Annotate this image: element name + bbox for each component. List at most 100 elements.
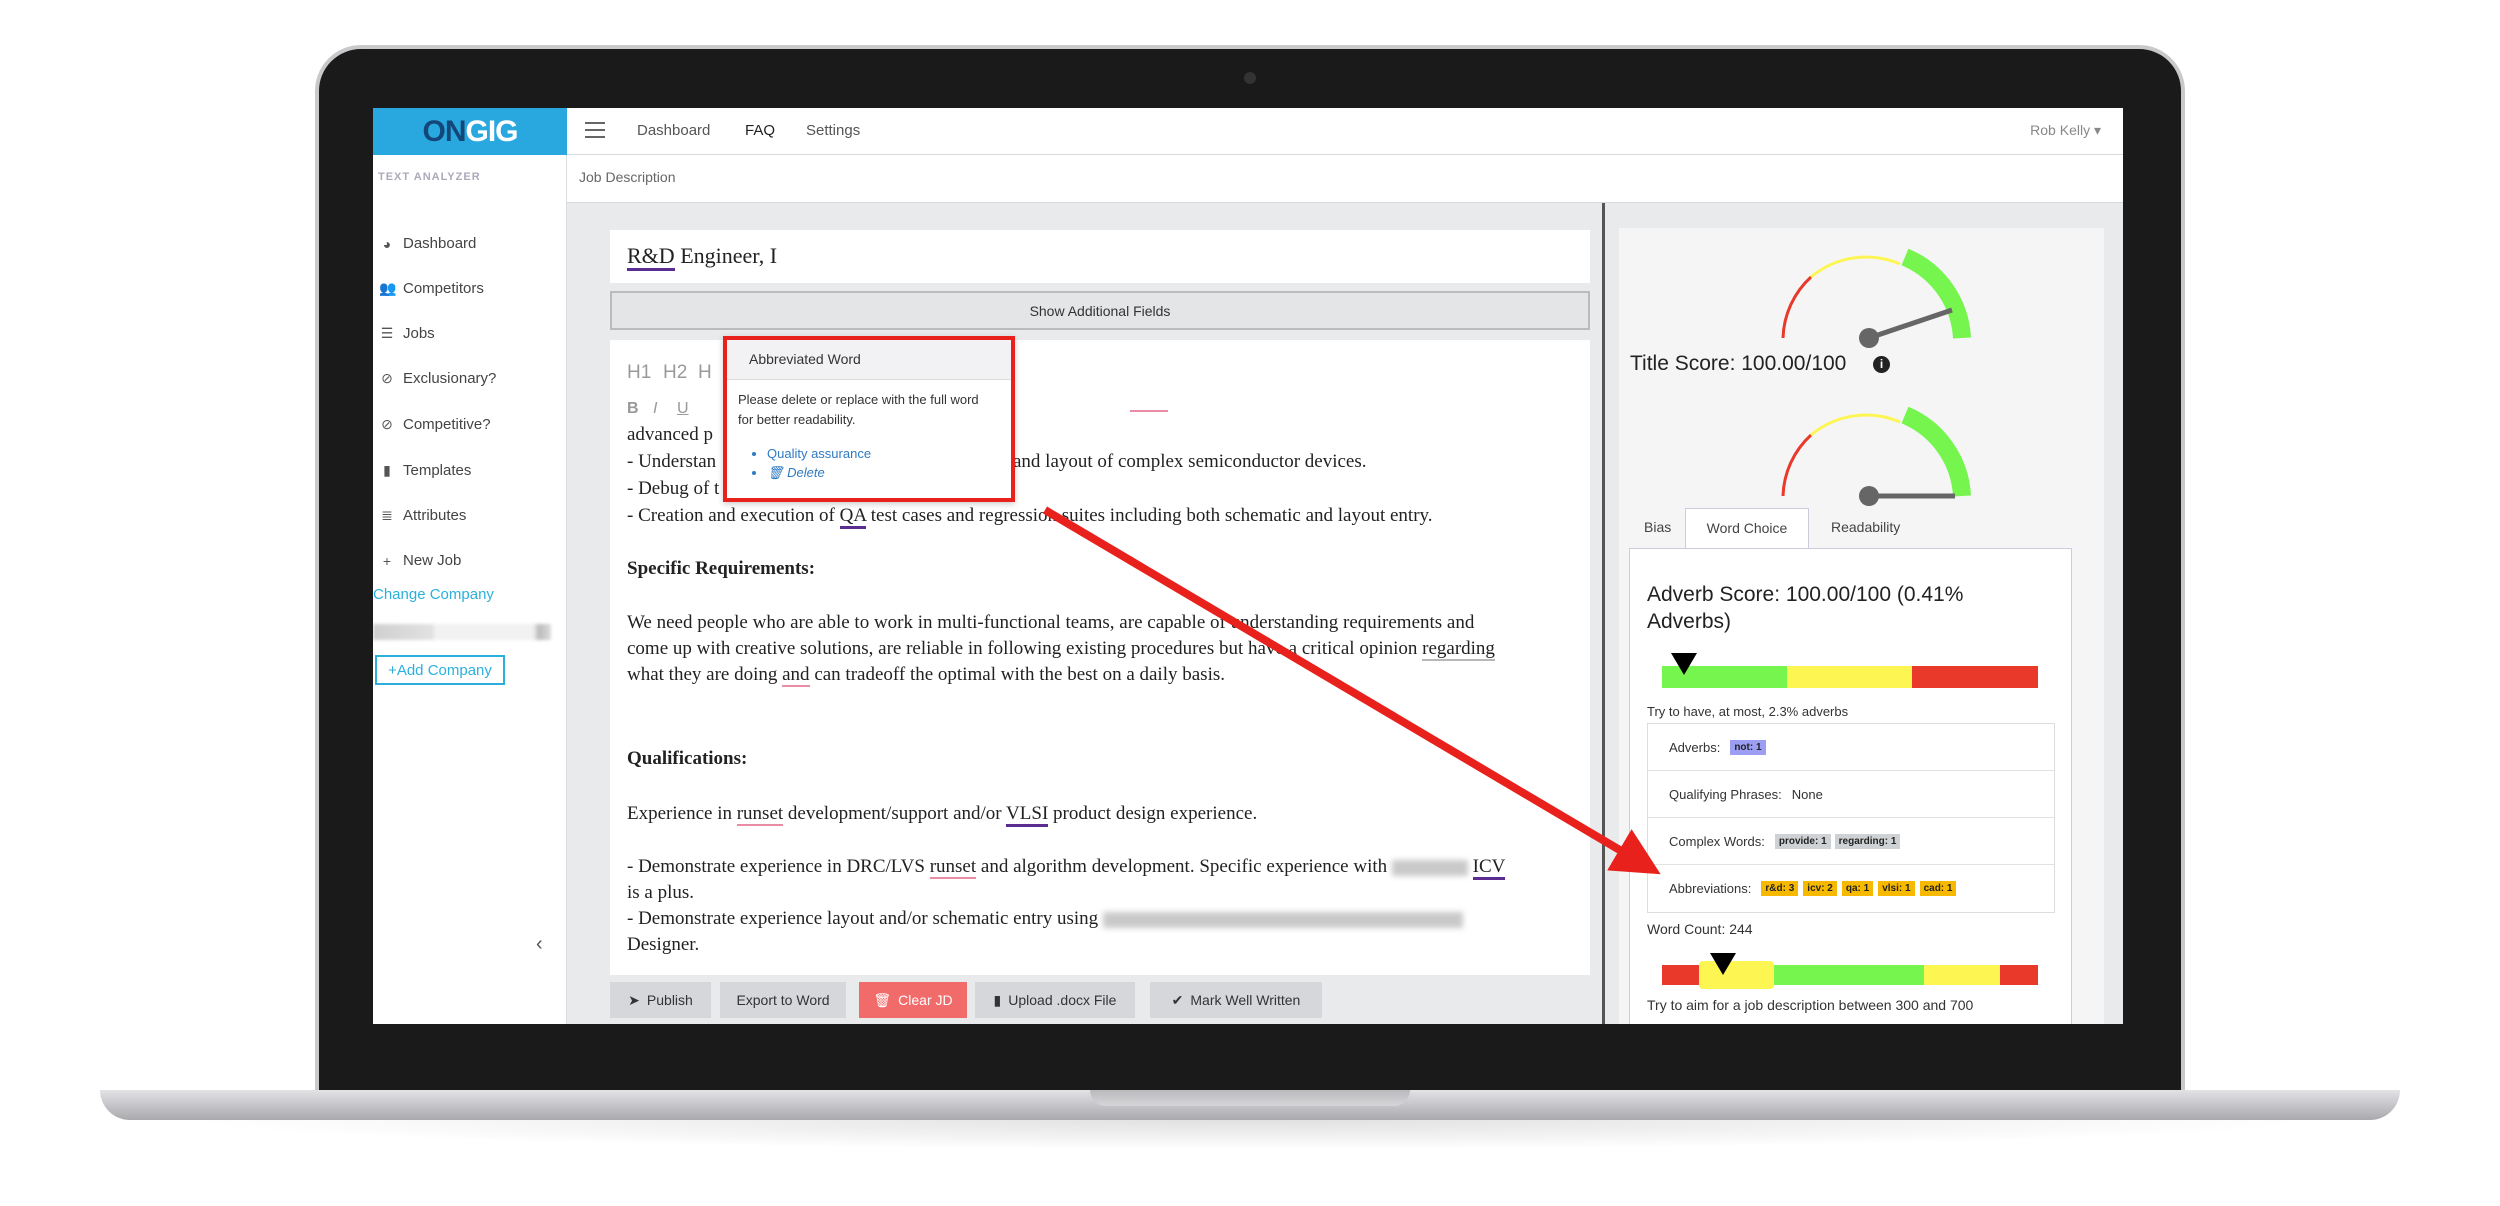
adverb-score: Adverb Score: 100.00/100 (0.41% Adverbs) [1647, 583, 1964, 633]
text-line: Designer. [627, 934, 700, 955]
text-line: - Demonstrate experience layout and/or s… [627, 908, 1463, 930]
tab-bias[interactable]: Bias [1644, 508, 1671, 548]
gauge-needle [1868, 307, 1953, 341]
gauge-hub [1859, 486, 1879, 506]
text-line: - Understan [627, 451, 717, 472]
publish-button[interactable]: ➤ Publish [610, 982, 711, 1018]
info-icon[interactable]: i [1873, 356, 1890, 373]
tachometer-icon: ◕ [382, 235, 392, 252]
show-additional-fields-button[interactable]: Show Additional Fields [610, 291, 1590, 330]
app-window: ON GIG Dashboard FAQ Settings Rob Kelly ▾… [373, 108, 2123, 1024]
export-to-word-button[interactable]: Export to Word [720, 982, 846, 1018]
row-abbreviations: Abbreviations: r&d: 3 icv: 2 qa: 1 vlsi: 1 ca… [1648, 865, 2054, 912]
underline-button[interactable]: U [677, 400, 689, 418]
text-line: - Creation and execution of QA test case… [627, 505, 1433, 529]
file-icon: ▮ [383, 462, 391, 478]
logo[interactable]: ON GIG [373, 108, 567, 155]
laptop-shadow [180, 1120, 2320, 1150]
nav-settings[interactable]: Settings [806, 122, 860, 139]
flagged-abbreviation[interactable]: QA [839, 505, 867, 529]
sidebar-item-competitive[interactable]: ⊘ Competitive? [379, 416, 490, 433]
sidebar-item-dashboard[interactable]: ◕ Dashboard [379, 235, 477, 252]
title-score-gauge [1781, 248, 1971, 348]
file-icon: ▮ [993, 991, 1002, 1008]
check-icon: ✔ [1171, 991, 1184, 1008]
italic-button[interactable]: I [653, 400, 657, 418]
word-count-hint: Try to aim for a job description between… [1647, 997, 1974, 1013]
suggestion-list: Quality assurance 🗑 Delete [767, 444, 1011, 482]
gauge-green-zone [1901, 248, 1971, 339]
text-line: We need people who are able to work in m… [627, 612, 1475, 633]
bar-red [1662, 965, 1699, 985]
suggestion-quality-assurance[interactable]: Quality assurance [767, 446, 871, 461]
popup-title: Abbreviated Word [727, 340, 1011, 380]
h2-button[interactable]: H2 [663, 362, 687, 384]
gauge-hub [1859, 328, 1879, 348]
h1-button[interactable]: H1 [627, 362, 651, 384]
upload-docx-button[interactable]: ▮ Upload .docx File [975, 982, 1135, 1018]
user-menu[interactable]: Rob Kelly ▾ [2030, 122, 2101, 139]
ban-icon: ⊘ [381, 416, 393, 432]
camera-icon [1244, 72, 1256, 84]
text-line: and layout of complex semiconductor devi… [1013, 451, 1367, 472]
adverb-marker [1671, 653, 1697, 675]
laptop-notch [1090, 1090, 1410, 1106]
sidebar-item-attributes[interactable]: ≣ Attributes [379, 507, 466, 524]
delete-suggestion[interactable]: 🗑 Delete [767, 465, 825, 480]
bold-button[interactable]: B [627, 400, 639, 418]
mark-well-written-button[interactable]: ✔ Mark Well Written [1150, 982, 1322, 1018]
sidebar-item-competitors[interactable]: 👥 Competitors [379, 280, 484, 297]
word-count: Word Count: 244 [1647, 921, 1753, 937]
redacted-text [1391, 859, 1468, 876]
sidebar-item-jobs[interactable]: ☰ Jobs [379, 325, 435, 342]
job-description-editor[interactable]: H1 H2 H B I U advanced p - Understan and… [610, 336, 1590, 975]
tag: regarding: 1 [1834, 833, 1901, 849]
nav-dashboard[interactable]: Dashboard [637, 122, 710, 139]
row-adverbs: Adverbs: not: 1 [1648, 724, 2054, 771]
company-select[interactable] [373, 624, 551, 640]
popup-body: Please delete or replace with the full w… [738, 392, 979, 427]
section-heading: Qualifications: [627, 748, 748, 769]
gauge-green-zone [1901, 406, 1971, 497]
trash-icon: 🗑 [873, 991, 892, 1008]
text-line: is a plus. [627, 882, 695, 903]
sidebar: TEXT ANALYZER ◕ Dashboard 👥 Competitors ☰ J… [373, 155, 567, 1024]
ban-icon: ⊘ [381, 370, 393, 386]
h3-button[interactable]: H [698, 362, 712, 384]
tab-word-choice[interactable]: Word Choice [1685, 508, 1809, 549]
sidebar-item-exclusionary[interactable]: ⊘ Exclusionary? [379, 370, 496, 387]
caret-down-icon: ▾ [2093, 122, 2101, 138]
gauge-red-zone [1781, 433, 1813, 497]
tag: qa: 1 [1841, 881, 1874, 896]
text-line: - Demonstrate experience in DRC/LVS runs… [627, 856, 1506, 880]
bar-green [1774, 965, 1924, 985]
text-line: advanced p [627, 424, 713, 445]
plus-icon: + [382, 552, 392, 569]
adverb-hint: Try to have, at most, 2.3% adverbs [1647, 704, 1849, 719]
gauge-yellow-zone [1810, 255, 1901, 279]
bar-yellow [1787, 666, 1912, 688]
spelling-underline [1130, 410, 1168, 412]
hamburger-menu-icon[interactable] [585, 122, 605, 138]
row-qualifying-phrases: Qualifying Phrases: None [1648, 771, 2054, 818]
tag: icv: 2 [1803, 881, 1837, 896]
text-line: what they are doing and can tradeoff the… [627, 664, 1225, 687]
add-company-button[interactable]: +Add Company [375, 655, 505, 685]
breadcrumb: Job Description [567, 155, 2123, 203]
tag: r&d: 3 [1761, 881, 1799, 896]
bar-red [2000, 965, 2038, 985]
clear-jd-button[interactable]: 🗑 Clear JD [859, 982, 967, 1018]
nav-faq[interactable]: FAQ [745, 122, 775, 139]
text-line: come up with creative solutions, are rel… [627, 638, 1495, 661]
title-score: Title Score: 100.00/100 [1630, 352, 1847, 375]
tag: cad: 1 [1919, 881, 1957, 896]
change-company-link[interactable]: Change Company [373, 586, 494, 603]
sidebar-item-new-job[interactable]: + New Job [379, 552, 461, 569]
job-title-input[interactable]: R&D Engineer, I [610, 230, 1590, 283]
tab-readability[interactable]: Readability [1831, 508, 1900, 548]
trash-icon: 🗑 [767, 465, 784, 480]
sidebar-item-templates[interactable]: ▮ Templates [379, 462, 471, 479]
content-score-gauge [1781, 406, 1971, 506]
collapse-sidebar-icon[interactable]: ‹ [536, 933, 543, 956]
top-bar: Dashboard FAQ Settings Rob Kelly ▾ [567, 108, 2123, 155]
